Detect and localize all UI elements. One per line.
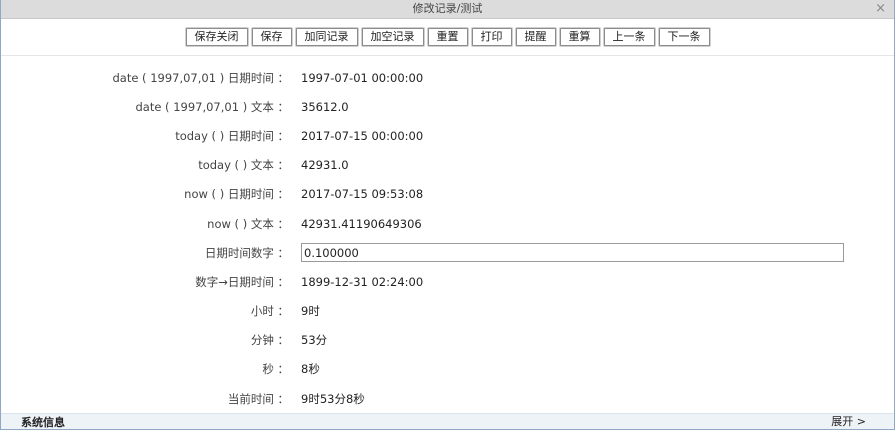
datetime-number-input[interactable] <box>301 243 844 263</box>
field-value: 9时53分8秒 <box>301 391 365 406</box>
field-row: 当前时间 ： 9时53分8秒 <box>1 384 894 413</box>
field-label: 日期时间数字 ： <box>204 245 289 260</box>
add-empty-record-button[interactable]: 加空记录 <box>361 28 424 46</box>
field-value: 2017-07-15 09:53:08 <box>301 187 424 202</box>
field-label: now ( ) 文本 ： <box>207 216 289 231</box>
field-label: 分钟 ： <box>250 333 289 348</box>
titlebar: 修改记录/测试 × <box>1 0 894 19</box>
field-value: 42931.41190649306 <box>301 216 422 231</box>
field-label: date ( 1997,07,01 ) 日期时间 ： <box>112 70 289 85</box>
system-info-bar: 系统信息 展开 > <box>1 413 894 429</box>
field-value: 2017-07-15 00:00:00 <box>301 128 424 143</box>
next-record-button[interactable]: 下一条 <box>658 28 710 46</box>
field-row: 日期时间数字 ： <box>1 238 894 267</box>
close-icon[interactable]: × <box>875 0 886 18</box>
field-value: 1997-07-01 00:00:00 <box>301 70 424 85</box>
field-label: now ( ) 日期时间 ： <box>184 187 289 202</box>
reset-button[interactable]: 重置 <box>427 28 468 46</box>
add-same-record-button[interactable]: 加同记录 <box>295 28 358 46</box>
expand-toggle[interactable]: 展开 > <box>831 415 866 428</box>
field-label: date ( 1997,07,01 ) 文本 ： <box>135 99 289 114</box>
recalculate-button[interactable]: 重算 <box>559 28 600 46</box>
field-label: 当前时间 ： <box>227 391 289 406</box>
field-label: 秒 ： <box>262 362 289 377</box>
record-form: date ( 1997,07,01 ) 日期时间 ： 1997-07-01 00… <box>1 56 894 413</box>
save-close-button[interactable]: 保存关闭 <box>185 28 248 46</box>
field-row: 分钟 ： 53分 <box>1 326 894 355</box>
remind-button[interactable]: 提醒 <box>515 28 556 46</box>
field-value: 53分 <box>301 333 328 348</box>
previous-record-button[interactable]: 上一条 <box>603 28 655 46</box>
window-title: 修改记录/测试 <box>412 2 483 15</box>
print-button[interactable]: 打印 <box>471 28 512 46</box>
field-row: now ( ) 日期时间 ： 2017-07-15 09:53:08 <box>1 180 894 209</box>
field-row: 秒 ： 8秒 <box>1 355 894 384</box>
save-button[interactable]: 保存 <box>251 28 292 46</box>
field-row: 小时 ： 9时 <box>1 297 894 326</box>
field-label: 小时 ： <box>250 304 289 319</box>
field-row: today ( ) 文本 ： 42931.0 <box>1 151 894 180</box>
field-row: date ( 1997,07,01 ) 文本 ： 35612.0 <box>1 92 894 121</box>
field-row: date ( 1997,07,01 ) 日期时间 ： 1997-07-01 00… <box>1 63 894 92</box>
field-label: today ( ) 文本 ： <box>198 158 289 173</box>
field-value: 42931.0 <box>301 158 349 173</box>
field-row: today ( ) 日期时间 ： 2017-07-15 00:00:00 <box>1 121 894 150</box>
field-value: 9时 <box>301 304 320 319</box>
field-label: 数字→日期时间 ： <box>195 274 289 289</box>
field-label: today ( ) 日期时间 ： <box>175 128 289 143</box>
field-row: 数字→日期时间 ： 1899-12-31 02:24:00 <box>1 267 894 296</box>
field-value: 1899-12-31 02:24:00 <box>301 274 424 289</box>
field-value: 8秒 <box>301 362 320 377</box>
toolbar: 保存关闭 保存 加同记录 加空记录 重置 打印 提醒 重算 上一条 下一条 <box>1 19 894 56</box>
field-row: now ( ) 文本 ： 42931.41190649306 <box>1 209 894 238</box>
field-value: 35612.0 <box>301 99 349 114</box>
dialog-window: 修改记录/测试 × 保存关闭 保存 加同记录 加空记录 重置 打印 提醒 重算 … <box>0 0 895 430</box>
system-info-title: 系统信息 <box>21 416 65 429</box>
